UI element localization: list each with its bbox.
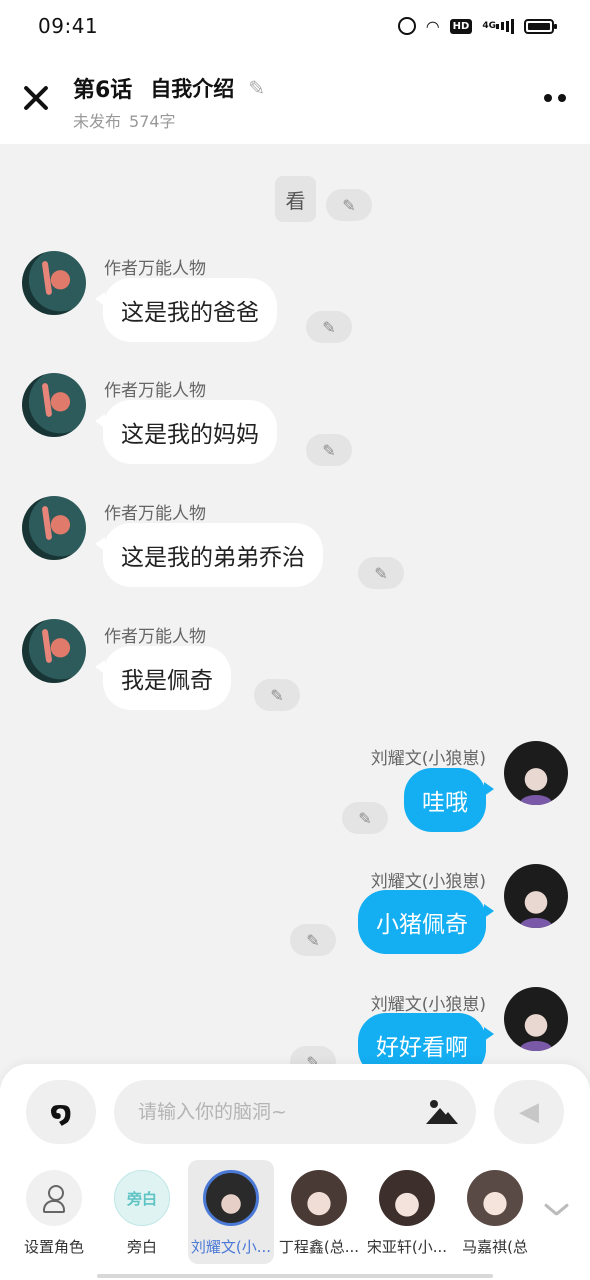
title-row: 第6话 自我介绍 ✎: [73, 72, 265, 104]
hd-icon: HD: [449, 18, 473, 34]
avatar: [203, 1170, 259, 1226]
character-narrator[interactable]: 旁白 旁白: [99, 1160, 185, 1264]
message-bubble[interactable]: 这是我的弟弟乔治: [95, 523, 323, 587]
status-icons: ◠ HD 4G: [397, 16, 557, 36]
edit-message-icon[interactable]: ✎: [358, 557, 404, 589]
avatar: [291, 1170, 347, 1226]
wifi-icon: ◠: [425, 16, 440, 36]
publish-status: 未发布: [73, 112, 122, 131]
edit-message-icon[interactable]: ✎: [290, 1046, 336, 1064]
send-icon[interactable]: ◀: [494, 1080, 564, 1144]
character-label: 刘耀文(小...: [190, 1238, 272, 1256]
edit-message-icon[interactable]: ✎: [254, 679, 300, 711]
sender-name: 刘耀文(小狼崽): [370, 995, 486, 1015]
narrator-avatar: 旁白: [114, 1170, 170, 1226]
character-label: 丁程鑫(总...: [278, 1238, 360, 1256]
more-options-icon[interactable]: [544, 94, 566, 102]
edit-message-icon[interactable]: ✎: [342, 802, 388, 834]
chapter-meta: 未发布 574字: [73, 108, 176, 132]
avatar: [467, 1170, 523, 1226]
edit-message-icon[interactable]: ✎: [306, 311, 352, 343]
header: 第6话 自我介绍 ✎ 未发布 574字: [0, 52, 590, 144]
avatar[interactable]: [22, 373, 86, 437]
sender-name: 作者万能人物: [104, 627, 206, 647]
message-bubble[interactable]: 小猪佩奇: [358, 890, 494, 954]
message-bubble[interactable]: 好好看啊: [358, 1013, 494, 1064]
character-item[interactable]: 刘耀文(小...: [188, 1160, 274, 1264]
network-type: 4G: [482, 21, 496, 31]
character-label: 马嘉祺(总: [462, 1238, 528, 1256]
chapter-name: 自我介绍: [150, 77, 235, 101]
status-time: 09:41: [38, 14, 99, 38]
character-label: 旁白: [126, 1238, 157, 1256]
character-label: 宋亚轩(小...: [366, 1238, 448, 1256]
sender-name: 刘耀文(小狼崽): [370, 872, 486, 892]
character-item[interactable]: 马嘉祺(总: [452, 1160, 538, 1264]
edit-message-icon[interactable]: ✎: [290, 924, 336, 956]
close-icon[interactable]: [20, 82, 52, 114]
message-bubble[interactable]: 我是佩奇: [95, 646, 231, 710]
alarm-icon: [397, 17, 416, 35]
character-label: 设置角色: [23, 1238, 84, 1256]
sender-name: 作者万能人物: [104, 381, 206, 401]
avatar[interactable]: [22, 251, 86, 315]
avatar: [379, 1170, 435, 1226]
message-bubble[interactable]: 这是我的爸爸: [95, 278, 277, 342]
character-item[interactable]: 宋亚轩(小...: [364, 1160, 450, 1264]
avatar[interactable]: [22, 496, 86, 560]
4g-signal-icon: 4G: [482, 18, 514, 34]
voice-icon: ໑: [50, 1095, 72, 1129]
chat-area[interactable]: 看 ✎ 作者万能人物 这是我的爸爸 ✎ 作者万能人物 这是我的妈妈 ✎ 作者万能…: [0, 144, 590, 1064]
chapter-title: 第6话: [73, 78, 133, 103]
composer-panel: ໑ ◀ 设置角色 旁白 旁白 刘耀文(小... 丁程鑫(总... 宋亚轩(小..…: [0, 1064, 590, 1280]
edit-title-icon[interactable]: ✎: [248, 76, 265, 100]
word-count: 574字: [129, 112, 176, 131]
message-bubble[interactable]: 这是我的妈妈: [95, 400, 277, 464]
message-bubble[interactable]: 哇哦: [404, 768, 494, 832]
voice-button[interactable]: ໑: [26, 1080, 96, 1144]
status-bar: 09:41 ◠ HD 4G: [0, 0, 590, 52]
sender-name: 刘耀文(小狼崽): [370, 749, 486, 769]
avatar[interactable]: [22, 619, 86, 683]
set-role-icon: [26, 1170, 82, 1226]
image-icon[interactable]: [426, 1100, 458, 1124]
avatar[interactable]: [504, 864, 568, 928]
avatar[interactable]: [504, 987, 568, 1051]
scroll-indicator: [97, 1274, 493, 1278]
character-item[interactable]: 丁程鑫(总...: [276, 1160, 362, 1264]
edit-message-icon[interactable]: ✎: [306, 434, 352, 466]
narration-bubble[interactable]: 看: [275, 176, 316, 222]
battery-icon: [524, 18, 557, 34]
chevron-down-icon[interactable]: [543, 1202, 569, 1218]
avatar[interactable]: [504, 741, 568, 805]
sender-name: 作者万能人物: [104, 259, 206, 279]
edit-message-icon[interactable]: ✎: [326, 189, 372, 221]
character-selector: 设置角色 旁白 旁白 刘耀文(小... 丁程鑫(总... 宋亚轩(小... 马嘉…: [0, 1160, 590, 1270]
character-set-roles[interactable]: 设置角色: [11, 1160, 97, 1264]
signal-bars-icon: [496, 18, 514, 34]
message-input[interactable]: [114, 1080, 476, 1144]
sender-name: 作者万能人物: [104, 504, 206, 524]
